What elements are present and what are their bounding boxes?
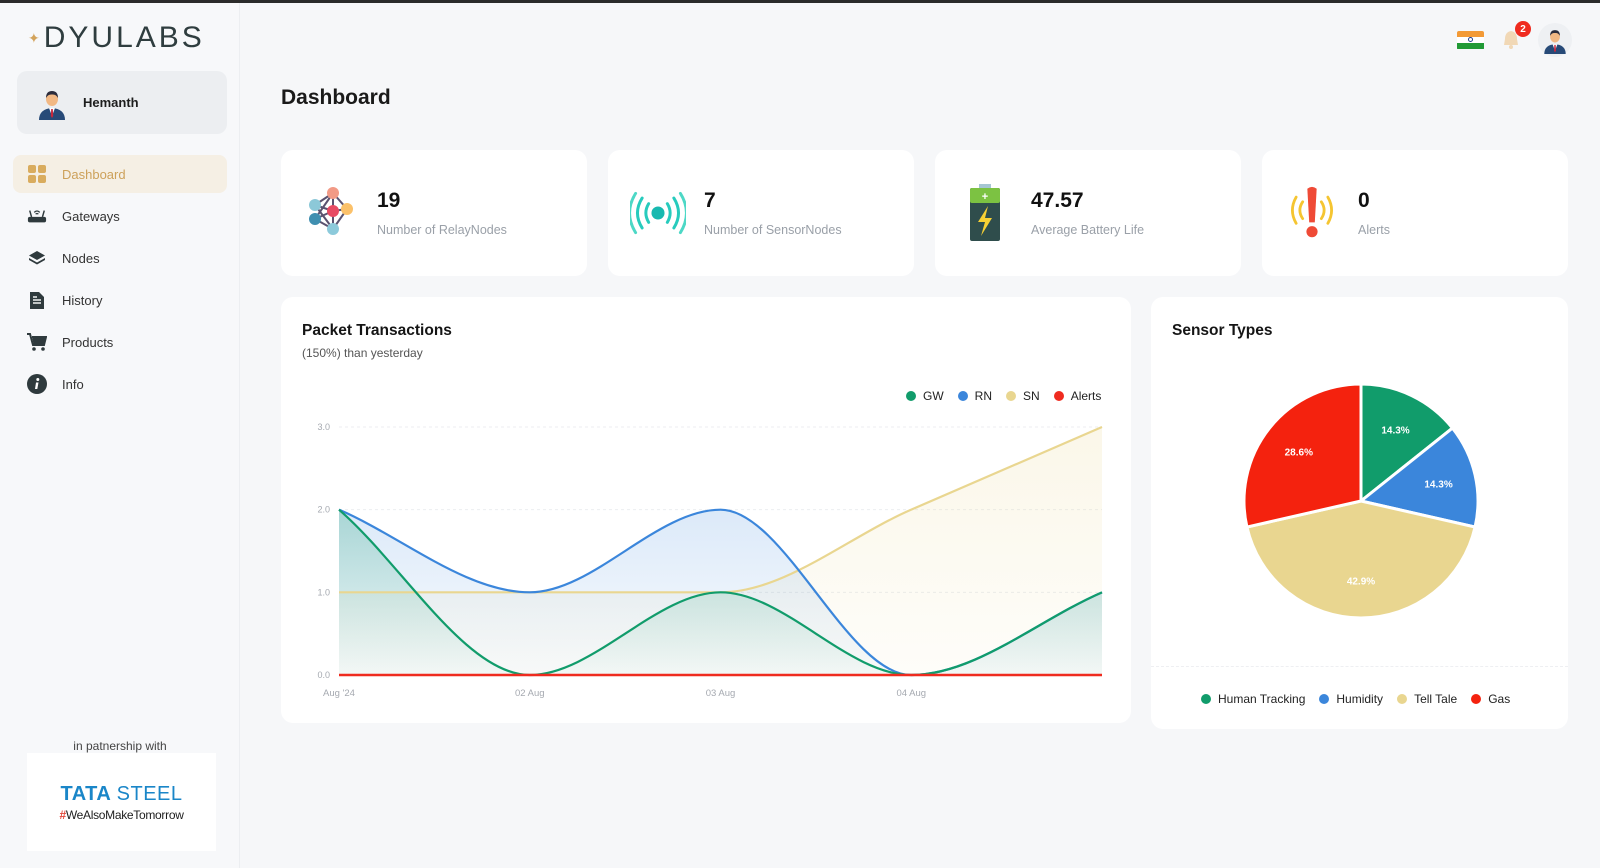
x-tick-label: 03 Aug bbox=[706, 688, 736, 699]
sensor-chart-legend: Human Tracking Humidity Tell Tale Gas bbox=[1201, 692, 1524, 706]
legend-dot bbox=[1319, 694, 1330, 704]
x-tick-label: Aug '24 bbox=[323, 688, 355, 699]
divider bbox=[1151, 666, 1568, 667]
x-tick-label: 04 Aug bbox=[896, 688, 926, 699]
pie-slice-label: 14.3% bbox=[1424, 479, 1452, 490]
legend-label: Gas bbox=[1488, 692, 1511, 706]
legend-dot bbox=[1397, 694, 1408, 704]
legend-dot bbox=[1201, 694, 1211, 704]
legend-item-humidity[interactable]: Humidity bbox=[1319, 692, 1383, 706]
legend-item-tell-tale[interactable]: Tell Tale bbox=[1397, 692, 1457, 706]
sensor-types-pie: 14.3% 14.3% 42.9% 28.6% bbox=[1242, 382, 1480, 620]
legend-dot bbox=[1471, 694, 1482, 704]
legend-label: Humidity bbox=[1336, 692, 1384, 706]
y-tick-label: 0.0 bbox=[317, 670, 330, 680]
y-tick-label: 3.0 bbox=[317, 422, 330, 432]
legend-item-gas[interactable]: Gas bbox=[1471, 692, 1510, 706]
pie-slice-label: 14.3% bbox=[1381, 425, 1409, 436]
pie-slice-label: 28.6% bbox=[1285, 447, 1313, 458]
x-tick-label: 02 Aug bbox=[515, 688, 545, 699]
legend-label: Human Tracking bbox=[1218, 692, 1306, 706]
legend-label: Tell Tale bbox=[1414, 692, 1458, 706]
y-tick-label: 2.0 bbox=[317, 505, 330, 515]
pie-slice-label: 42.9% bbox=[1347, 577, 1375, 588]
legend-item-human-tracking[interactable]: Human Tracking bbox=[1201, 692, 1305, 706]
y-tick-label: 1.0 bbox=[317, 587, 330, 597]
